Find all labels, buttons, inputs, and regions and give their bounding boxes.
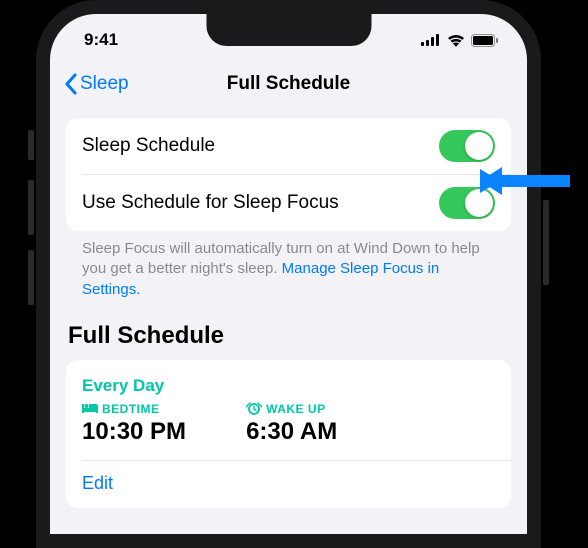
sleep-schedule-label: Sleep Schedule	[82, 135, 215, 157]
bedtime-label: BEDTIME	[102, 402, 160, 416]
content-area: Sleep Schedule Use Schedule for Sleep Fo…	[50, 106, 527, 508]
notch	[206, 14, 371, 46]
footer-description: Sleep Focus will automatically turn on a…	[66, 231, 511, 300]
phone-frame: 9:41	[36, 0, 541, 548]
sleep-schedule-row: Sleep Schedule	[66, 118, 511, 174]
bedtime-label-row: BEDTIME	[82, 402, 186, 416]
bedtime-column: BEDTIME 10:30 PM	[82, 402, 186, 446]
bed-icon	[82, 403, 98, 414]
status-indicators	[421, 34, 499, 47]
phone-screen: 9:41	[50, 14, 527, 534]
page-title: Full Schedule	[227, 73, 351, 95]
back-button[interactable]: Sleep	[64, 73, 129, 95]
sleep-focus-row: Use Schedule for Sleep Focus	[66, 175, 511, 231]
back-label: Sleep	[80, 73, 129, 95]
schedule-card: Every Day BEDTIME	[66, 360, 511, 508]
wakeup-label-row: WAKE UP	[246, 402, 337, 416]
schedule-frequency: Every Day	[82, 376, 495, 396]
bedtime-value: 10:30 PM	[82, 418, 186, 446]
battery-icon	[471, 34, 499, 47]
edit-button[interactable]: Edit	[82, 461, 495, 494]
cellular-icon	[421, 34, 441, 46]
chevron-left-icon	[64, 73, 77, 95]
volume-up-button	[28, 180, 34, 235]
wakeup-column: WAKE UP 6:30 AM	[246, 402, 337, 446]
wakeup-label: WAKE UP	[266, 402, 326, 416]
wakeup-value: 6:30 AM	[246, 418, 337, 446]
schedule-times-row: BEDTIME 10:30 PM WAKE UP	[82, 402, 495, 446]
toggles-card: Sleep Schedule Use Schedule for Sleep Fo…	[66, 118, 511, 231]
wifi-icon	[447, 34, 465, 47]
callout-arrow-icon	[480, 161, 580, 201]
sleep-schedule-toggle[interactable]	[439, 130, 495, 162]
power-button	[543, 200, 549, 285]
sleep-focus-label: Use Schedule for Sleep Focus	[82, 192, 339, 214]
volume-mute-switch	[28, 130, 34, 160]
status-time: 9:41	[84, 30, 118, 50]
alarm-icon	[246, 402, 262, 415]
navigation-bar: Sleep Full Schedule	[50, 62, 527, 106]
volume-down-button	[28, 250, 34, 305]
full-schedule-header: Full Schedule	[66, 300, 511, 360]
